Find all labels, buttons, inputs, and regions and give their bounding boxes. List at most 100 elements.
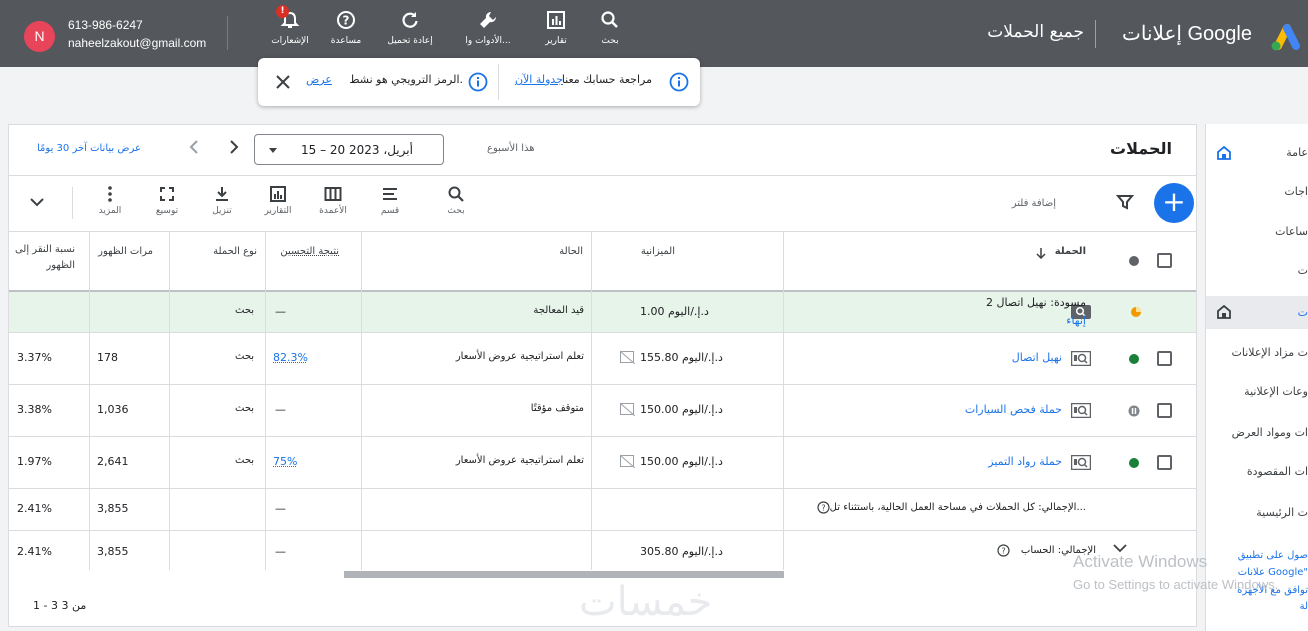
sidebar-item-label: ت (1297, 306, 1308, 319)
finish-draft-link[interactable]: إنهاء (1066, 314, 1086, 327)
help-label: مساعدة (330, 36, 362, 46)
sidebar-item-3[interactable]: ت (1206, 256, 1308, 286)
help-button[interactable]: ? مساعدة (314, 10, 378, 58)
column-header-campaign[interactable]: الحملة (783, 232, 1098, 290)
schedule-now-link[interactable]: جدولة الآن (515, 73, 563, 86)
table-row[interactable]: حملة رواد التميز 150.00 د.إ./اليوم تعلم … (9, 436, 1196, 488)
vertical-scrollbar[interactable] (1196, 125, 1197, 370)
chart-icon (270, 186, 286, 202)
opt-score-cell: — (275, 305, 286, 318)
column-header-optimization-score[interactable]: نتيجة التحسين (265, 232, 361, 290)
tools-button[interactable]: الأدوات وا... (456, 10, 520, 58)
chevron-down-icon[interactable] (29, 197, 45, 210)
reports-toolbar-button[interactable]: التقارير (253, 185, 303, 216)
sidebar-item-auction-insights[interactable]: ت مزاد الإعلانات (1206, 338, 1308, 368)
row-checkbox[interactable] (1157, 403, 1172, 418)
show-last-30-days-link[interactable]: عرض بيانات آخر 30 يومًا (37, 143, 141, 154)
horizontal-scrollbar[interactable] (344, 571, 784, 578)
view-promo-link[interactable]: عرض (306, 73, 332, 86)
table-row[interactable]: نهيل اتصال 155.80 د.إ./اليوم تعلم استرات… (9, 332, 1196, 384)
download-button[interactable]: تنزيل (197, 185, 247, 216)
row-checkbox[interactable] (1157, 455, 1172, 470)
opt-score-cell: — (275, 502, 286, 515)
select-all-checkbox[interactable] (1157, 253, 1172, 268)
help-icon[interactable]: ? (817, 501, 830, 517)
app-promo-line[interactable]: صول على تطبيق (1238, 550, 1308, 561)
avatar[interactable]: N (24, 21, 55, 52)
filter-icon[interactable] (1115, 193, 1135, 214)
notifications-button[interactable]: الإشعارات (258, 10, 322, 58)
column-header-status[interactable]: الحالة (361, 232, 591, 290)
budget-cell: 150.00 د.إ./اليوم (640, 455, 723, 468)
campaign-name-link[interactable]: نهيل اتصال (1012, 351, 1062, 364)
date-preset-label[interactable]: هذا الأسبوع (487, 143, 535, 154)
column-header-label: الحملة (1054, 246, 1086, 257)
impressions-cell: 3,855 (97, 502, 129, 515)
enabled-status-icon[interactable] (1129, 354, 1139, 364)
opt-score-cell: — (275, 545, 286, 558)
app-promo-line[interactable]: لة (1300, 601, 1308, 612)
svg-text:?: ? (1001, 547, 1005, 556)
account-id: 613-986-6247 (68, 18, 143, 32)
paused-status-icon[interactable] (1128, 405, 1140, 420)
budget-cell: 155.80 د.إ./اليوم (640, 351, 723, 364)
home-icon (1217, 145, 1231, 163)
expand-button[interactable]: توسيع (142, 185, 192, 216)
sidebar-item-ad-groups[interactable]: وعات الإعلانية (1206, 377, 1308, 407)
segment-button[interactable]: قسم (365, 185, 415, 216)
ctr-cell: 3.38% (17, 403, 52, 416)
notification-bar: مراجعة حسابك معنا جدولة الآن الرمز الترو… (258, 58, 700, 106)
add-campaign-button[interactable]: + (1154, 183, 1194, 223)
refresh-label: إعادة تحميل (387, 36, 433, 46)
status-header-dot[interactable] (1129, 256, 1139, 266)
watermark: خمسات (579, 579, 713, 625)
brand-divider (1095, 20, 1096, 48)
close-icon[interactable] (275, 74, 291, 93)
columns-button[interactable]: الأعمدة (308, 185, 358, 216)
sidebar-item-overview[interactable]: عامة (1206, 138, 1308, 168)
table-row[interactable]: حملة فحص السيارات 150.00 د.إ./اليوم متوق… (9, 384, 1196, 436)
campaign-name-link[interactable]: حملة فحص السيارات (965, 403, 1062, 416)
promo-code-text: الرمز الترويجي هو نشط. (349, 73, 463, 86)
enabled-status-icon[interactable] (1129, 458, 1139, 468)
ctr-cell: 3.37% (17, 351, 52, 364)
status-cell: تعلم استراتيجية عروض الأسعار (455, 455, 584, 466)
budget-cell: 150.00 د.إ./اليوم (640, 403, 723, 416)
refresh-button[interactable]: إعادة تحميل (378, 10, 442, 58)
segment-icon (383, 188, 397, 200)
sidebar-item-campaigns[interactable]: ت (1206, 296, 1308, 329)
more-icon (108, 186, 112, 202)
opt-score-link[interactable]: 75% (273, 455, 297, 468)
add-filter-input[interactable]: إضافة فلتر (1012, 198, 1056, 209)
sidebar-item-recommendations[interactable]: اجات (1206, 177, 1308, 207)
opt-score-link[interactable]: 82.3% (273, 351, 308, 364)
help-icon[interactable]: ? (997, 544, 1010, 560)
notification-badge: ! (276, 5, 289, 18)
column-header-label: الظهور (46, 260, 75, 271)
row-checkbox[interactable] (1157, 351, 1172, 366)
table-search-button[interactable]: بحث (431, 185, 481, 216)
status-cell: تعلم استراتيجية عروض الأسعار (455, 351, 584, 362)
sidebar-item-landing-pages[interactable]: ات المقصودة (1206, 457, 1308, 487)
draft-campaign-row[interactable]: مسودة: نهيل اتصال 2 إنهاء 1.00 د.إ./اليو… (9, 290, 1196, 332)
campaign-name-link[interactable]: حملة رواد التميز (988, 455, 1062, 468)
sidebar-item-ads-assets[interactable]: ات ومواد العرض (1206, 418, 1308, 448)
date-range-picker[interactable]: 15 – 20 أبريل، 2023 (254, 134, 444, 165)
reports-button[interactable]: تقارير (524, 10, 588, 58)
column-header-ctr[interactable]: نسبة النقر إلى الظهور (9, 232, 89, 290)
google-ads-logo-icon[interactable] (1256, 0, 1308, 67)
column-header-campaign-type[interactable]: نوع الحملة (169, 232, 265, 290)
chevron-right-icon[interactable] (229, 139, 239, 159)
account-divider (227, 16, 228, 50)
sidebar-item-insights[interactable]: ساعات (1206, 217, 1308, 247)
refresh-icon (402, 12, 418, 28)
chevron-left-icon[interactable] (189, 139, 199, 159)
header-divider (9, 175, 1196, 176)
column-header-budget[interactable]: الميزانية (591, 232, 783, 290)
more-button[interactable]: المزيد (85, 185, 135, 216)
sidebar-item-keywords[interactable]: ت الرئيسية (1206, 498, 1308, 528)
pagination-summary: 1 - 3 من 3 (33, 599, 87, 612)
column-header-impressions[interactable]: مرات الظهور (89, 232, 169, 290)
column-header-label: الحالة (559, 246, 583, 257)
total-account-row: الإجمالي: الحساب ? 305.80 د.إ./اليوم — 3… (9, 530, 1196, 572)
